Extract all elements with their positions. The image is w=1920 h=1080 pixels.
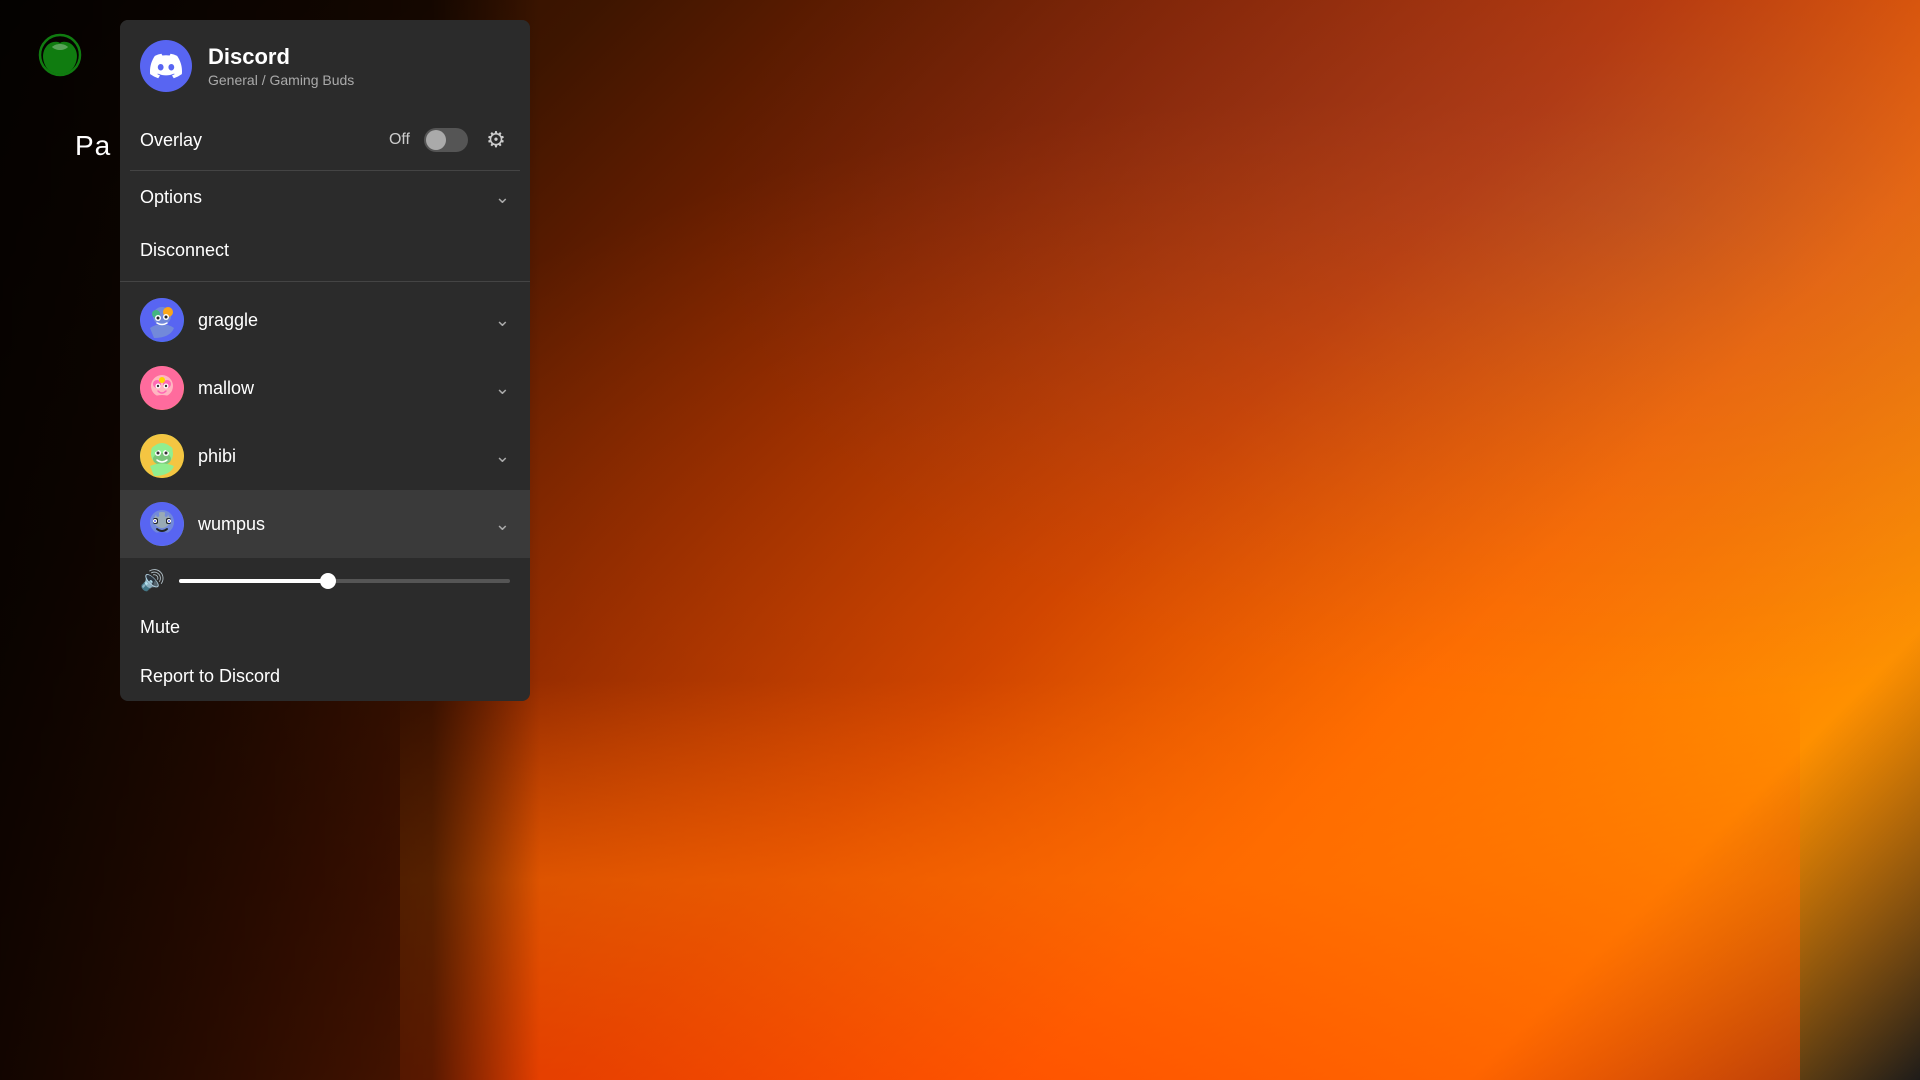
discord-header: Discord General / Gaming Buds: [120, 20, 530, 110]
user-row-mallow[interactable]: mallow ⌄: [120, 354, 530, 422]
mute-label: Mute: [140, 617, 180, 637]
user-row-graggle[interactable]: graggle ⌄: [120, 286, 530, 354]
avatar-phibi: [140, 434, 184, 478]
discord-logo-icon: [140, 40, 192, 92]
report-action[interactable]: Report to Discord: [120, 652, 530, 701]
mute-action[interactable]: Mute: [120, 603, 530, 652]
user-info-wumpus: wumpus: [140, 502, 265, 546]
mallow-chevron-icon: ⌄: [495, 378, 510, 399]
discord-svg: [150, 50, 182, 82]
page-label: Pa: [75, 130, 111, 162]
user-row-wumpus[interactable]: wumpus ⌄: [120, 490, 530, 558]
discord-panel: Discord General / Gaming Buds Overlay Of…: [120, 20, 530, 701]
graggle-chevron-icon: ⌄: [495, 310, 510, 331]
xbox-logo: [35, 30, 85, 80]
avatar-wumpus: [140, 502, 184, 546]
avatar-graggle: [140, 298, 184, 342]
phibi-chevron-icon: ⌄: [495, 446, 510, 467]
volume-icon: 🔊: [140, 568, 165, 593]
disconnect-label: Disconnect: [140, 240, 229, 261]
user-row-phibi[interactable]: phibi ⌄: [120, 422, 530, 490]
separator-users: [120, 281, 530, 282]
overlay-toggle[interactable]: [424, 128, 468, 152]
discord-title-block: Discord General / Gaming Buds: [208, 44, 354, 88]
volume-slider-track[interactable]: [179, 579, 510, 583]
volume-slider-thumb: [320, 573, 336, 589]
disconnect-menu-item[interactable]: Disconnect: [120, 224, 530, 277]
user-info-graggle: graggle: [140, 298, 258, 342]
overlay-status: Off: [389, 131, 410, 149]
discord-channel-subtitle: General / Gaming Buds: [208, 72, 354, 88]
xbox-sidebar: [0, 0, 120, 1080]
user-info-phibi: phibi: [140, 434, 236, 478]
settings-gear-icon[interactable]: ⚙: [482, 126, 510, 154]
discord-app-title: Discord: [208, 44, 354, 70]
wumpus-chevron-icon: ⌄: [495, 514, 510, 535]
lava-effect: [400, 680, 1800, 1080]
options-chevron-icon: ⌄: [495, 187, 510, 208]
volume-slider-fill: [179, 579, 328, 583]
username-phibi: phibi: [198, 446, 236, 467]
username-graggle: graggle: [198, 310, 258, 331]
options-label: Options: [140, 187, 202, 208]
avatar-mallow: [140, 366, 184, 410]
report-label: Report to Discord: [140, 666, 280, 686]
user-info-mallow: mallow: [140, 366, 254, 410]
username-mallow: mallow: [198, 378, 254, 399]
options-menu-item[interactable]: Options ⌄: [120, 171, 530, 224]
username-wumpus: wumpus: [198, 514, 265, 535]
xbox-logo-icon: [38, 33, 82, 77]
volume-row: 🔊: [120, 558, 530, 603]
overlay-row: Overlay Off ⚙: [120, 110, 530, 170]
toggle-knob: [426, 130, 446, 150]
overlay-controls: Off ⚙: [389, 126, 510, 154]
overlay-label: Overlay: [140, 130, 202, 151]
